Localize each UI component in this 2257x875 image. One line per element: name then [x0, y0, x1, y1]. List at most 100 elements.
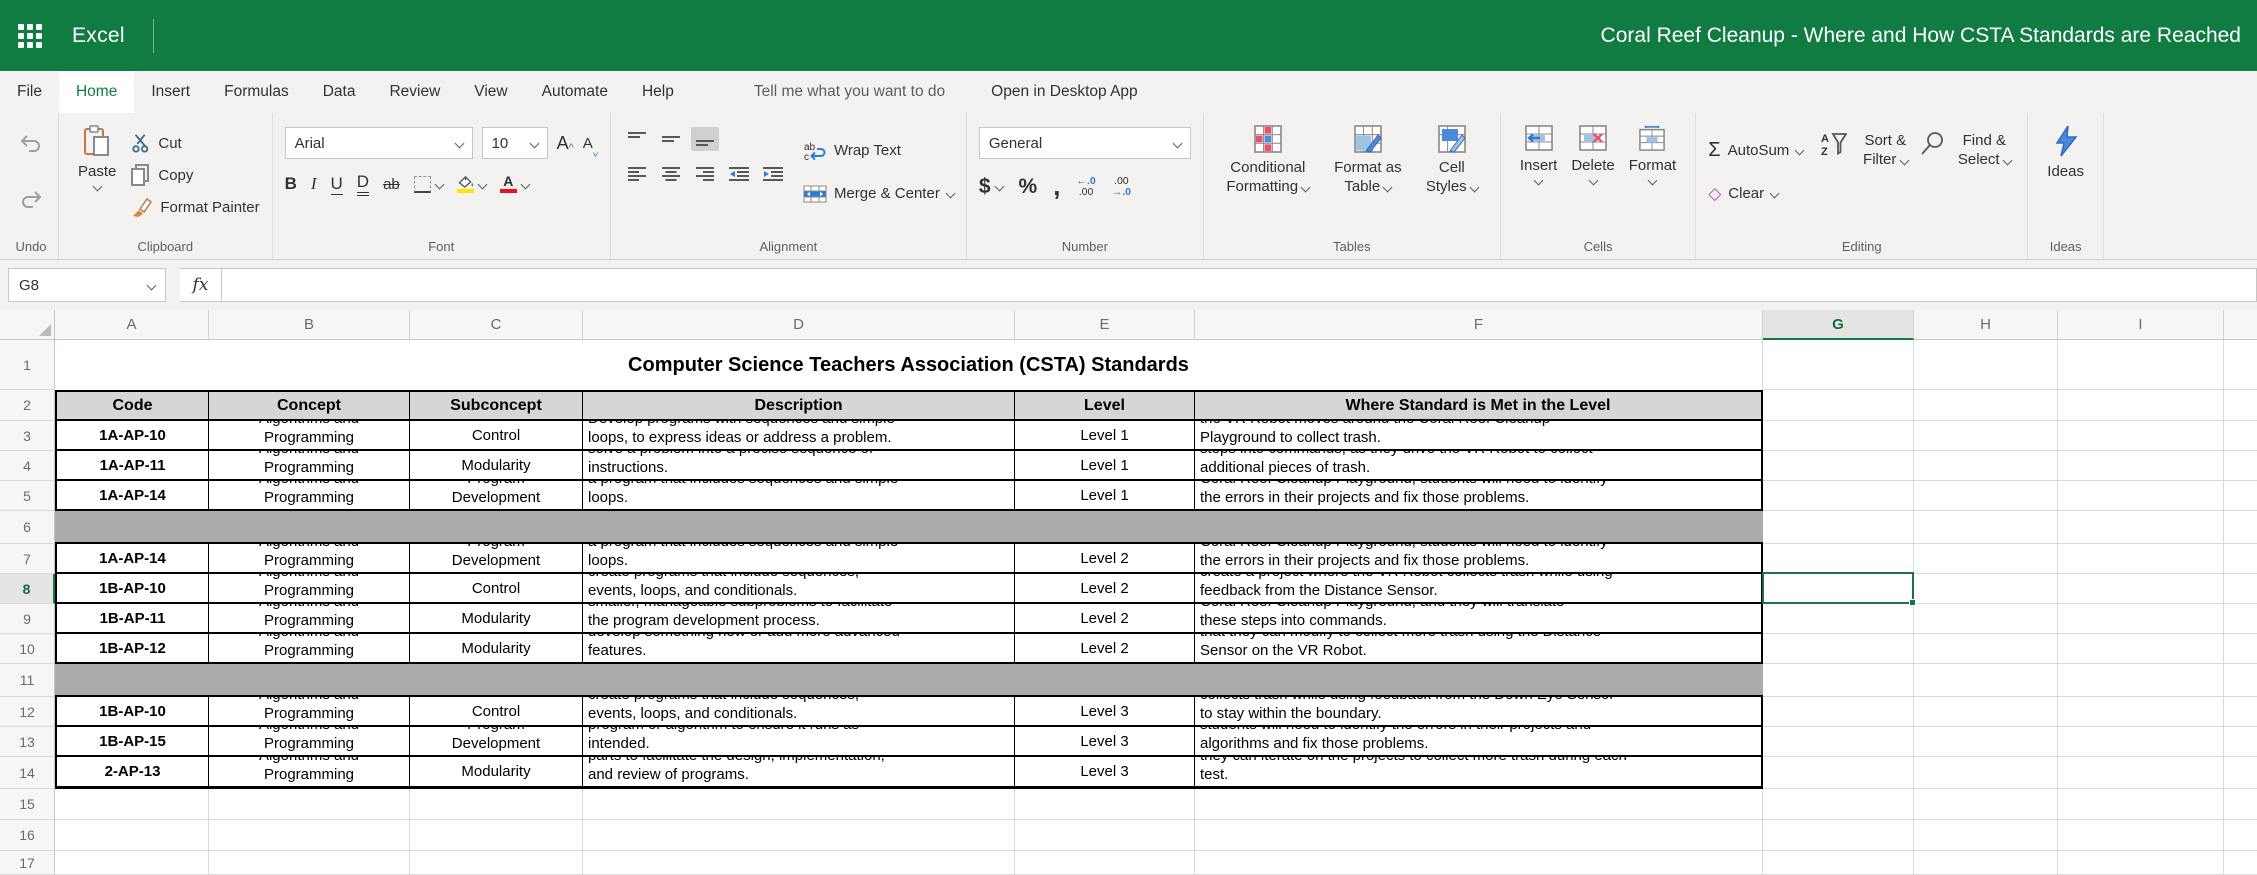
app-launcher-icon[interactable] [18, 24, 42, 48]
font-color-button[interactable]: A [500, 175, 529, 193]
cell-x3[interactable] [2224, 421, 2257, 451]
cell-H1[interactable] [1914, 340, 2058, 390]
align-right-button[interactable] [691, 162, 719, 186]
font-size-select[interactable]: 10 [482, 127, 548, 159]
font-color-dropdown-icon[interactable] [520, 179, 530, 189]
cell-F12[interactable]: collects trash while using feedback from… [1195, 697, 1763, 725]
cell-F16[interactable] [1195, 820, 1763, 851]
cell-D9[interactable]: smaller, manageable subproblems to facil… [583, 604, 1015, 632]
cell-A2[interactable]: Code [55, 392, 209, 419]
italic-button[interactable]: I [311, 174, 317, 194]
cell-A9[interactable]: 1B-AP-11 [55, 604, 209, 632]
cell-G8[interactable] [1763, 574, 1914, 604]
conditional-formatting-button[interactable]: Conditional Formatting [1216, 123, 1320, 198]
cell-F9[interactable]: Coral Reef Cleanup Playground, and they … [1195, 604, 1763, 632]
cell-B5[interactable]: Algorithms andProgramming [209, 481, 410, 509]
cell-C3[interactable]: Control [410, 421, 583, 449]
cell-E4[interactable]: Level 1 [1015, 451, 1195, 479]
column-header-G[interactable]: G [1763, 310, 1914, 340]
cell-F10[interactable]: that they can modify to collect more tra… [1195, 634, 1763, 662]
cell-x10[interactable] [2224, 634, 2257, 664]
cell-I3[interactable] [2058, 421, 2224, 451]
row-header-8[interactable]: 8 [0, 574, 55, 604]
cell-x14[interactable] [2224, 757, 2257, 789]
cell-D5[interactable]: a program that includes sequences and si… [583, 481, 1015, 509]
number-format-dropdown-icon[interactable] [1172, 138, 1182, 148]
cell-F4[interactable]: steps into commands, as they drive the V… [1195, 451, 1763, 479]
cell-E3[interactable]: Level 1 [1015, 421, 1195, 449]
cell-I17[interactable] [2058, 851, 2224, 875]
currency-dropdown-icon[interactable] [994, 182, 1004, 192]
cell-B12[interactable]: Algorithms andProgramming [209, 697, 410, 725]
cell-A4[interactable]: 1A-AP-11 [55, 451, 209, 479]
row-header-11[interactable]: 11 [0, 664, 55, 697]
strikethrough-button[interactable]: ab [383, 176, 400, 193]
row-header-16[interactable]: 16 [0, 820, 55, 851]
cell-A13[interactable]: 1B-AP-15 [55, 727, 209, 755]
borders-button[interactable] [414, 176, 443, 193]
cell-I5[interactable] [2058, 481, 2224, 511]
font-size-dropdown-icon[interactable] [529, 138, 539, 148]
cell-I11[interactable] [2058, 664, 2224, 697]
open-in-desktop-app[interactable]: Open in Desktop App [974, 71, 1155, 113]
align-bottom-button[interactable] [691, 127, 719, 151]
cell-x1[interactable] [2224, 340, 2257, 390]
align-left-button[interactable] [623, 162, 651, 186]
cell-F14[interactable]: they can iterate on the projects to coll… [1195, 757, 1763, 786]
cell-G14[interactable] [1763, 757, 1914, 789]
copy-button[interactable]: Copy [131, 161, 259, 189]
increase-indent-button[interactable] [759, 162, 787, 186]
font-family-select[interactable]: Arial [285, 127, 473, 159]
cell-E13[interactable]: Level 3 [1015, 727, 1195, 755]
menu-help[interactable]: Help [625, 71, 691, 113]
cell-I4[interactable] [2058, 451, 2224, 481]
clear-button[interactable]: ◇ Clear [1708, 180, 1803, 208]
row-header-10[interactable]: 10 [0, 634, 55, 664]
cell-C16[interactable] [410, 820, 583, 851]
fx-icon[interactable]: fx [180, 268, 222, 302]
menu-formulas[interactable]: Formulas [207, 71, 306, 113]
cell-F3[interactable]: the VR Robot moves around the Coral Reef… [1195, 421, 1763, 449]
percent-format-button[interactable]: % [1019, 175, 1038, 199]
cell-H13[interactable] [1914, 727, 2058, 757]
align-center-button[interactable] [657, 162, 685, 186]
cell-x7[interactable] [2224, 544, 2257, 574]
ideas-button[interactable]: Ideas [2040, 123, 2091, 183]
cell-G10[interactable] [1763, 634, 1914, 664]
fill-color-dropdown-icon[interactable] [477, 179, 487, 189]
cell-D2[interactable]: Description [583, 392, 1015, 419]
column-header-I[interactable]: I [2058, 310, 2224, 340]
cell-I1[interactable] [2058, 340, 2224, 390]
fill-handle[interactable] [1909, 599, 1916, 606]
cell-F17[interactable] [1195, 851, 1763, 875]
row-header-7[interactable]: 7 [0, 544, 55, 574]
bold-button[interactable]: B [285, 174, 297, 194]
separator-row[interactable] [55, 664, 1763, 697]
column-header-B[interactable]: B [209, 310, 410, 340]
cell-B14[interactable]: Algorithms andProgramming [209, 757, 410, 786]
double-underline-button[interactable]: D [357, 172, 369, 196]
cell-D10[interactable]: develop something new or add more advanc… [583, 634, 1015, 662]
cell-F7[interactable]: Coral Reef Cleanup Playground, students … [1195, 544, 1763, 572]
cell-G11[interactable] [1763, 664, 1914, 697]
comma-format-button[interactable]: , [1053, 171, 1060, 202]
currency-format-button[interactable]: $ [979, 175, 1003, 199]
cell-B15[interactable] [209, 789, 410, 820]
menu-review[interactable]: Review [372, 71, 457, 113]
row-header-15[interactable]: 15 [0, 789, 55, 820]
cell-G15[interactable] [1763, 789, 1914, 820]
row-header-5[interactable]: 5 [0, 481, 55, 511]
cell-H7[interactable] [1914, 544, 2058, 574]
cell-H6[interactable] [1914, 511, 2058, 544]
find-select-dropdown-icon[interactable] [2002, 156, 2012, 166]
row-header-3[interactable]: 3 [0, 421, 55, 451]
cell-C15[interactable] [410, 789, 583, 820]
cell-x2[interactable] [2224, 390, 2257, 421]
row-header-14[interactable]: 14 [0, 757, 55, 789]
cell-C2[interactable]: Subconcept [410, 392, 583, 419]
cell-H10[interactable] [1914, 634, 2058, 664]
delete-cells-button[interactable]: Delete [1564, 123, 1621, 186]
shrink-font-button[interactable]: A^ [583, 135, 598, 152]
fill-color-button[interactable] [457, 175, 486, 193]
cell-A10[interactable]: 1B-AP-12 [55, 634, 209, 662]
